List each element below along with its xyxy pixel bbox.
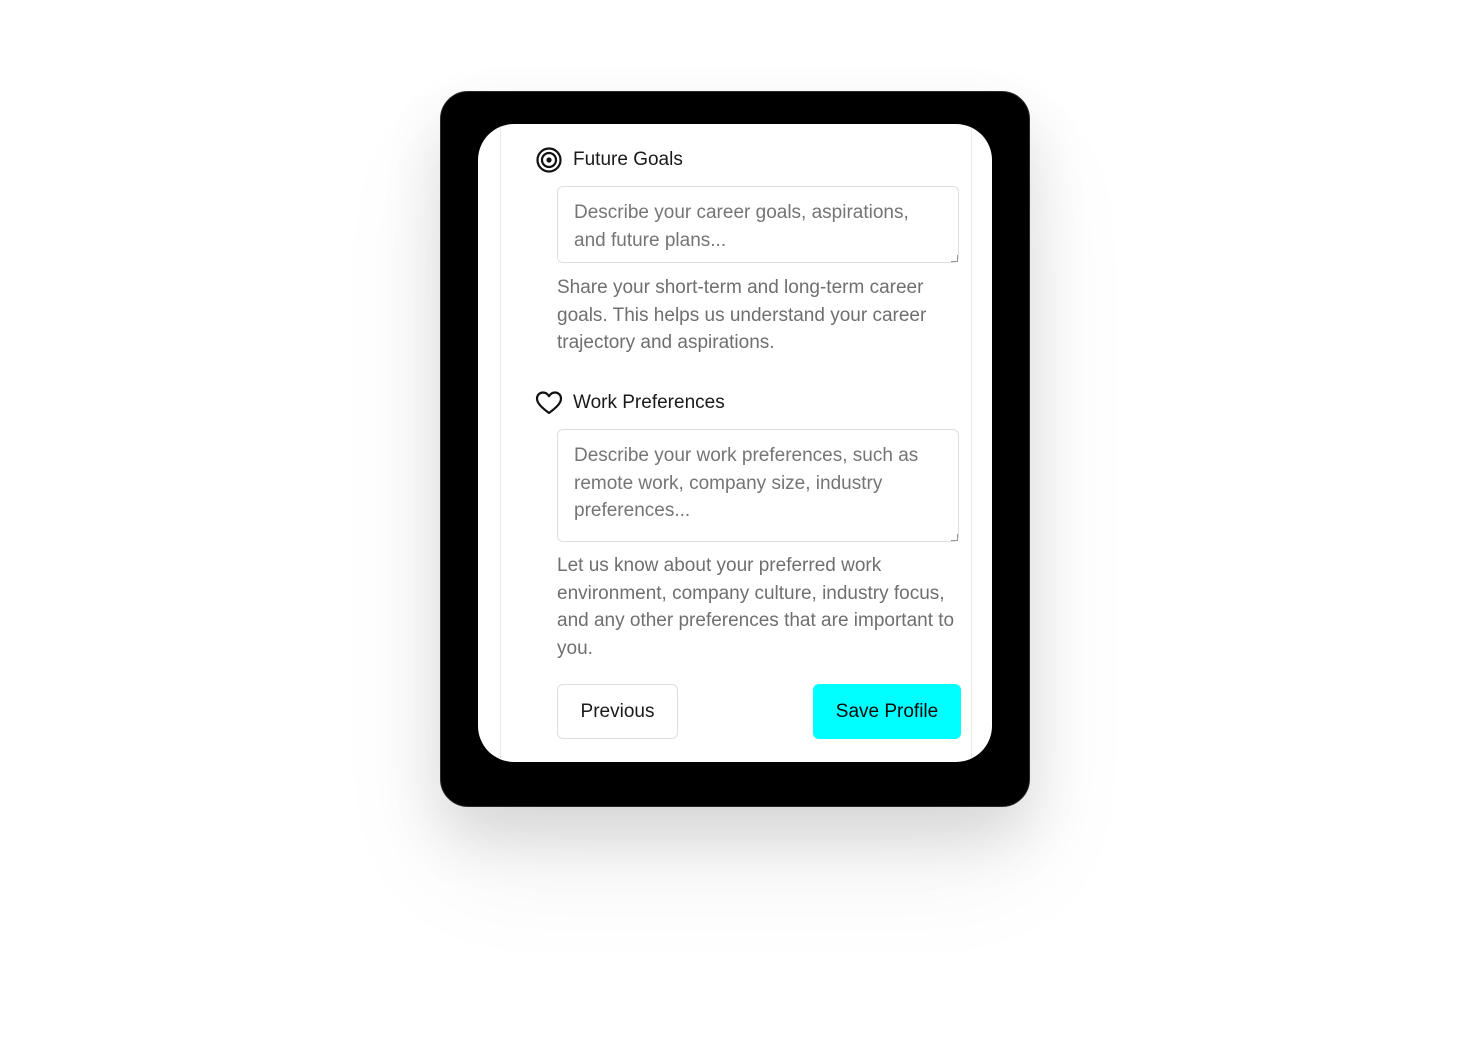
future-goals-label: Future Goals (535, 146, 683, 174)
work-preferences-input[interactable] (557, 429, 959, 542)
heart-icon (535, 389, 563, 417)
target-icon (535, 146, 563, 174)
device-screen: Future Goals Share your short-term and l… (478, 124, 992, 762)
profile-form-panel: Future Goals Share your short-term and l… (500, 124, 972, 762)
future-goals-label-text: Future Goals (573, 149, 683, 170)
work-preferences-label-text: Work Preferences (573, 392, 725, 413)
future-goals-input[interactable] (557, 186, 959, 263)
save-profile-button[interactable]: Save Profile (813, 684, 961, 739)
work-preferences-resize-handle[interactable] (951, 534, 958, 541)
stage: Future Goals Share your short-term and l… (0, 0, 1470, 1038)
work-preferences-label: Work Preferences (535, 389, 725, 417)
previous-button[interactable]: Previous (557, 684, 678, 739)
future-goals-resize-handle[interactable] (951, 255, 958, 262)
future-goals-help-text: Share your short-term and long-term care… (557, 277, 927, 353)
work-preferences-help-text: Let us know about your preferred work en… (557, 555, 955, 659)
